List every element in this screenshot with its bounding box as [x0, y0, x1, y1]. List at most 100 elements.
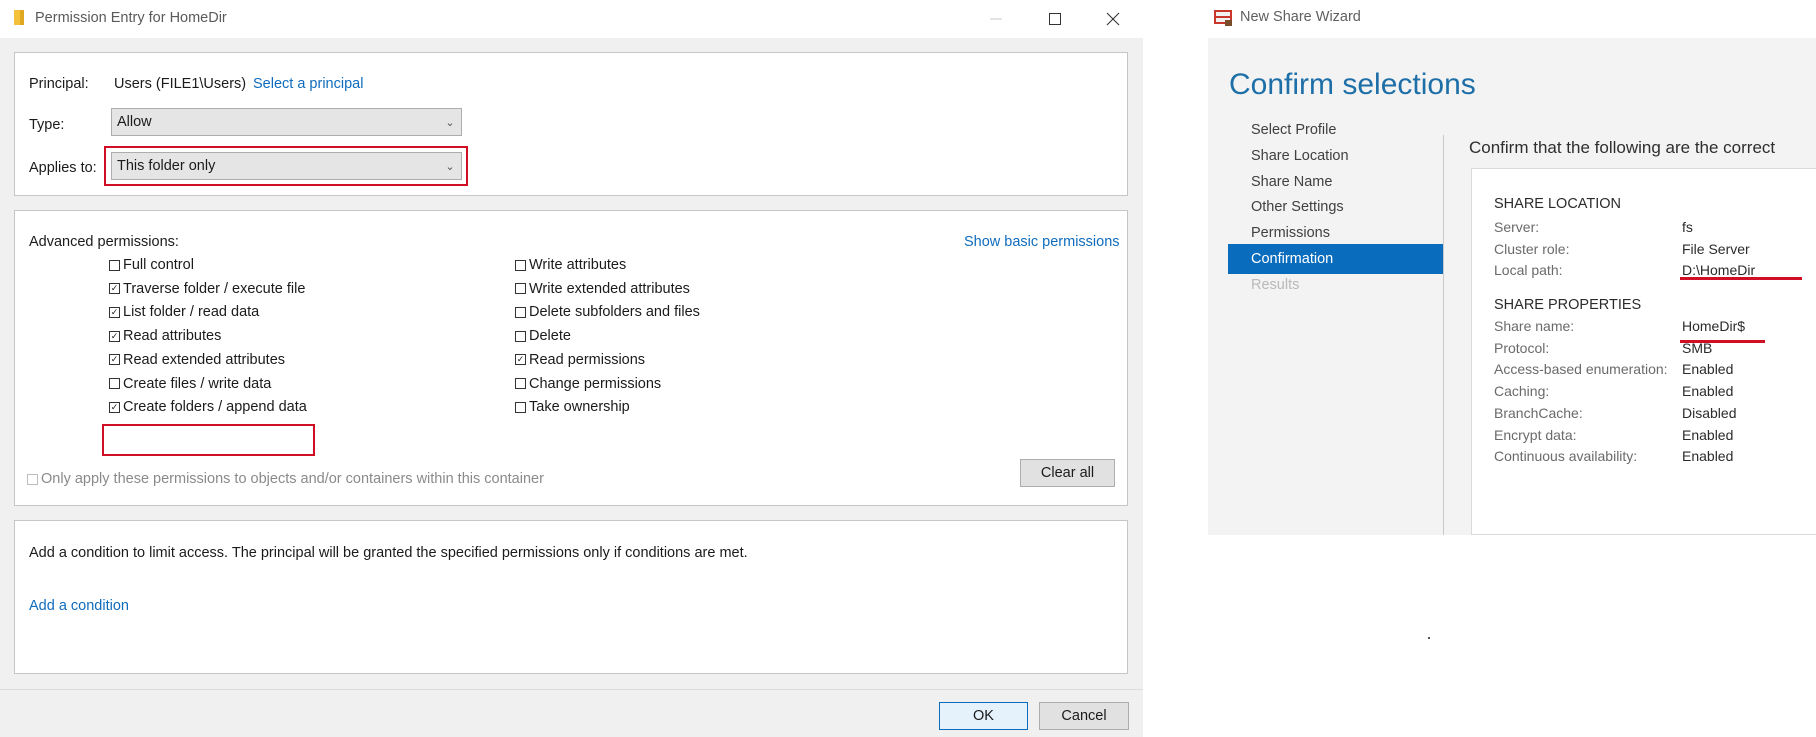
condition-description: Add a condition to limit access. The pri… [29, 545, 748, 561]
only-apply-checkbox[interactable]: Only apply these permissions to objects … [27, 471, 544, 487]
principal-panel: Principal: Users (FILE1\Users) Select a … [14, 52, 1128, 196]
permission-label: Delete [529, 328, 571, 345]
permission-label: Read extended attributes [123, 351, 286, 368]
checked-checkbox-icon: ✓ [515, 354, 526, 366]
add-condition-link[interactable]: Add a condition [29, 598, 129, 614]
nav-item-results: Results [1251, 276, 1300, 293]
checkbox-icon [515, 306, 526, 318]
minimize-button[interactable] [974, 6, 1018, 32]
share-properties-title: SHARE PROPERTIES [1494, 297, 1642, 313]
summary-label: Continuous availability: [1494, 448, 1638, 465]
checkbox-icon [515, 259, 526, 271]
cancel-button[interactable]: Cancel [1039, 702, 1129, 730]
permission-checkbox[interactable]: Delete subfolders and files [515, 304, 700, 320]
summary-value: fs [1682, 219, 1693, 235]
type-dropdown[interactable]: Allow ⌄ [111, 108, 462, 136]
permission-label: Delete subfolders and files [529, 304, 700, 321]
confirmation-summary: SHARE LOCATION Server: fs Cluster role: Fil… [1471, 168, 1816, 535]
type-label: Type: [29, 117, 65, 133]
summary-label: Protocol: [1494, 339, 1550, 356]
summary-label: Caching: [1494, 383, 1550, 400]
summary-value: Enabled [1682, 426, 1734, 443]
permission-label: List folder / read data [123, 304, 260, 321]
permission-checkbox[interactable]: ✓ Create folders / append data [109, 399, 307, 415]
checkbox-icon [515, 330, 526, 342]
checked-checkbox-icon: ✓ [109, 283, 120, 295]
permission-label: Read attributes [123, 328, 222, 345]
permission-checkbox[interactable]: Change permissions [515, 376, 661, 392]
title-bar: Permission Entry for HomeDir [0, 0, 1143, 38]
principal-label: Principal: [29, 76, 89, 92]
permission-checkbox[interactable]: Create files / write data [109, 376, 271, 392]
highlight-create-folders [102, 424, 315, 456]
folder-icon [14, 10, 24, 25]
show-basic-permissions-link[interactable]: Show basic permissions [964, 234, 1129, 250]
permission-label: Create files / write data [123, 375, 272, 392]
permission-label: Read permissions [529, 351, 646, 368]
permission-entry-window: Permission Entry for HomeDir Principal: … [0, 0, 1143, 737]
checked-checkbox-icon: ✓ [109, 330, 120, 342]
permission-checkbox[interactable]: Write extended attributes [515, 281, 690, 297]
new-share-wizard-window: New Share Wizard Confirm selections Sele… [1208, 0, 1816, 736]
permission-checkbox[interactable]: Take ownership [515, 399, 630, 415]
permission-checkbox[interactable]: ✓ List folder / read data [109, 304, 259, 320]
close-icon [1106, 12, 1120, 26]
select-principal-link[interactable]: Select a principal [253, 76, 363, 92]
summary-value: Enabled [1682, 448, 1734, 465]
window-title: Permission Entry for HomeDir [35, 10, 227, 26]
chevron-down-icon: ⌄ [445, 116, 455, 129]
summary-label: Local path: [1494, 262, 1563, 279]
minimize-icon [990, 18, 1002, 20]
close-button[interactable] [1091, 6, 1135, 32]
highlight-share-name-underline [1680, 340, 1765, 343]
permission-checkbox[interactable]: Full control [109, 257, 194, 273]
summary-value: Enabled [1682, 361, 1734, 378]
checkbox-icon [515, 401, 526, 413]
permission-checkbox[interactable]: ✓ Traverse folder / execute file [109, 281, 305, 297]
clear-all-button[interactable]: Clear all [1020, 459, 1115, 487]
permission-label: Traverse folder / execute file [123, 280, 306, 297]
summary-label: Share name: [1494, 318, 1575, 334]
summary-label: Encrypt data: [1494, 426, 1577, 443]
server-share-icon [1214, 10, 1232, 26]
wizard-title: New Share Wizard [1240, 9, 1361, 25]
nav-divider [1443, 135, 1444, 535]
summary-value: D:\HomeDir [1682, 262, 1756, 279]
permission-checkbox[interactable]: ✓ Read attributes [109, 328, 221, 344]
permission-checkbox[interactable]: ✓ Read extended attributes [109, 352, 285, 368]
principal-value: Users (FILE1\Users) [114, 76, 247, 92]
wizard-body: Confirm selections Select Profile Share L… [1208, 38, 1816, 535]
advanced-permissions-panel: Advanced permissions: Show basic permiss… [14, 210, 1128, 506]
maximize-button[interactable] [1033, 6, 1077, 32]
applies-to-label: Applies to: [29, 160, 97, 176]
checked-checkbox-icon: ✓ [109, 306, 120, 318]
highlight-applies-to [104, 146, 468, 186]
wizard-instruction: Confirm that the following are the corre… [1469, 138, 1776, 157]
summary-label: Server: [1494, 219, 1540, 235]
advanced-permissions-label: Advanced permissions: [29, 234, 179, 250]
highlight-local-path-underline [1680, 277, 1802, 280]
permission-checkbox[interactable]: Delete [515, 328, 571, 344]
checkbox-icon [27, 473, 38, 485]
share-location-title: SHARE LOCATION [1494, 196, 1622, 212]
dialog-footer: OK Cancel [0, 689, 1143, 737]
checked-checkbox-icon: ✓ [109, 354, 120, 366]
summary-label: Cluster role: [1494, 240, 1570, 257]
checked-checkbox-icon: ✓ [109, 401, 120, 413]
stray-dot [1428, 637, 1430, 639]
permission-checkbox[interactable]: Write attributes [515, 257, 626, 273]
summary-value: HomeDir$ [1682, 318, 1746, 334]
permission-checkbox[interactable]: ✓ Read permissions [515, 352, 645, 368]
checkbox-icon [109, 378, 120, 389]
summary-value: File Server [1682, 240, 1750, 257]
permission-label: Write attributes [529, 257, 627, 273]
ok-button[interactable]: OK [939, 702, 1028, 730]
maximize-icon [1049, 13, 1061, 25]
permission-label: Change permissions [529, 375, 662, 392]
summary-value: Enabled [1682, 383, 1734, 400]
permission-label: Take ownership [529, 399, 630, 416]
checkbox-icon [109, 259, 120, 271]
permission-label: Write extended attributes [529, 280, 690, 297]
checkbox-icon [515, 378, 526, 389]
checkbox-icon [515, 283, 526, 295]
